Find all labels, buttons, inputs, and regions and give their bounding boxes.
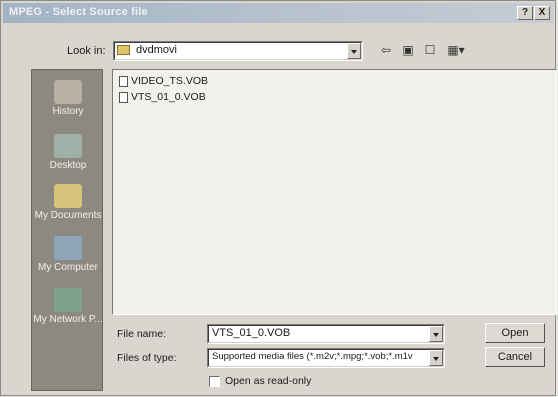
history-icon: [54, 80, 82, 104]
place-history[interactable]: History: [32, 80, 104, 117]
place-my-documents[interactable]: My Documents: [32, 184, 104, 221]
help-button[interactable]: ?: [517, 6, 533, 20]
place-label: History: [52, 106, 84, 117]
place-label: My Network P...: [33, 314, 103, 325]
list-item[interactable]: VTS_01_0.VOB: [119, 91, 206, 105]
file-name: VIDEO_TS.VOB: [131, 75, 209, 87]
file-dialog: MPEG - Select Source file ? X Look in: d…: [0, 0, 557, 396]
look-in-dropdown[interactable]: dvdmovi: [113, 41, 363, 61]
chevron-down-icon[interactable]: [347, 43, 361, 59]
cancel-button[interactable]: Cancel: [485, 347, 545, 367]
window-title: MPEG - Select Source file: [9, 6, 148, 18]
title-bar[interactable]: MPEG - Select Source file ? X: [3, 3, 553, 23]
file-icon: [119, 91, 128, 103]
place-label: My Documents: [34, 210, 102, 221]
file-type-label: Files of type:: [117, 352, 177, 364]
read-only-checkbox[interactable]: [209, 376, 220, 387]
up-folder-icon[interactable]: ▣: [399, 41, 417, 59]
network-places-icon: [54, 288, 82, 312]
list-item[interactable]: VIDEO_TS.VOB: [119, 75, 208, 89]
file-type-value: Supported media files (*.m2v;*.mpg;*.vob…: [212, 351, 413, 362]
chevron-down-icon[interactable]: [429, 350, 443, 366]
look-in-label: Look in:: [67, 45, 106, 57]
place-label: Desktop: [49, 160, 87, 171]
open-button[interactable]: Open: [485, 323, 545, 343]
desktop-icon: [54, 134, 82, 158]
new-folder-icon[interactable]: ☐: [421, 41, 439, 59]
file-type-dropdown[interactable]: Supported media files (*.m2v;*.mpg;*.vob…: [207, 348, 445, 368]
file-name-field[interactable]: VTS_01_0.VOB: [207, 324, 445, 344]
places-bar: History Desktop My Documents My Computer…: [31, 69, 103, 391]
file-list[interactable]: VIDEO_TS.VOB VTS_01_0.VOB: [112, 69, 557, 315]
place-label: My Computer: [37, 262, 98, 273]
folder-icon: [117, 45, 130, 55]
file-name: VTS_01_0.VOB: [131, 91, 206, 103]
my-documents-icon: [54, 184, 82, 208]
my-computer-icon: [54, 236, 82, 260]
place-network[interactable]: My Network P...: [32, 288, 104, 325]
views-menu-icon[interactable]: ▦▾: [443, 41, 469, 59]
read-only-label: Open as read-only: [225, 375, 312, 387]
back-arrow-icon[interactable]: ⇦: [377, 41, 395, 59]
place-desktop[interactable]: Desktop: [32, 134, 104, 171]
file-name-value: VTS_01_0.VOB: [212, 327, 291, 339]
file-icon: [119, 75, 128, 87]
file-name-label: File name:: [117, 328, 167, 340]
chevron-down-icon[interactable]: [429, 326, 443, 342]
close-button[interactable]: X: [534, 6, 550, 20]
place-my-computer[interactable]: My Computer: [32, 236, 104, 273]
look-in-value: dvdmovi: [136, 44, 177, 56]
